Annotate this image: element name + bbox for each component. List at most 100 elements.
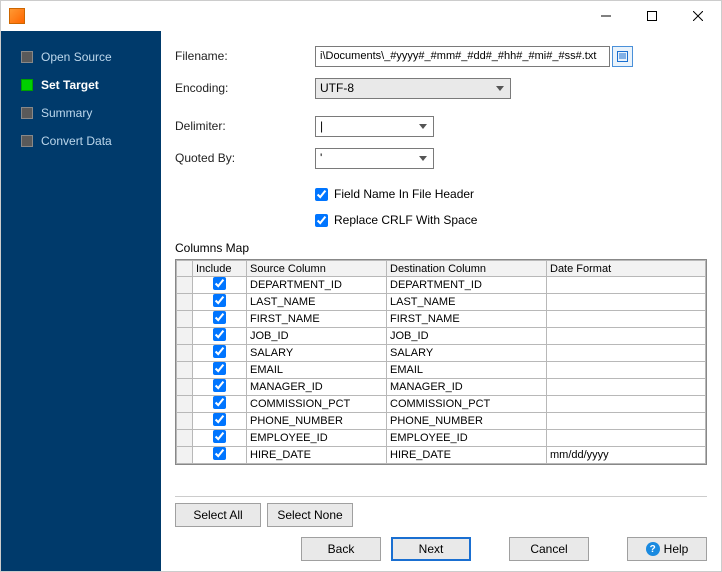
table-row[interactable]: EMAILEMAIL bbox=[177, 362, 706, 379]
source-column-cell[interactable]: JOB_ID bbox=[247, 328, 387, 345]
minimize-button[interactable] bbox=[583, 1, 629, 31]
help-button[interactable]: ? Help bbox=[627, 537, 707, 561]
date-format-cell[interactable] bbox=[547, 362, 706, 379]
date-format-cell[interactable] bbox=[547, 413, 706, 430]
sidebar-item-open-source[interactable]: Open Source bbox=[1, 43, 161, 71]
include-checkbox[interactable] bbox=[213, 447, 226, 460]
table-row[interactable]: PHONE_NUMBERPHONE_NUMBER bbox=[177, 413, 706, 430]
filename-input[interactable] bbox=[315, 46, 610, 67]
table-row[interactable]: FIRST_NAMEFIRST_NAME bbox=[177, 311, 706, 328]
source-column-cell[interactable]: HIRE_DATE bbox=[247, 447, 387, 464]
date-format-cell[interactable]: mm/dd/yyyy bbox=[547, 447, 706, 464]
encoding-select[interactable]: UTF-8 bbox=[315, 78, 511, 99]
source-column-cell[interactable]: EMPLOYEE_ID bbox=[247, 430, 387, 447]
columns-map-grid[interactable]: Include Source Column Destination Column… bbox=[175, 259, 707, 465]
source-column-cell[interactable]: MANAGER_ID bbox=[247, 379, 387, 396]
source-column-cell[interactable]: FIRST_NAME bbox=[247, 311, 387, 328]
date-format-cell[interactable] bbox=[547, 396, 706, 413]
step-status-icon bbox=[21, 135, 33, 147]
destination-column-cell[interactable]: HIRE_DATE bbox=[387, 447, 547, 464]
date-format-cell[interactable] bbox=[547, 379, 706, 396]
date-format-cell[interactable] bbox=[547, 311, 706, 328]
col-header-include[interactable]: Include bbox=[193, 261, 247, 277]
date-format-cell[interactable] bbox=[547, 328, 706, 345]
destination-column-cell[interactable]: FIRST_NAME bbox=[387, 311, 547, 328]
quoted-by-label: Quoted By: bbox=[175, 151, 315, 165]
chevron-down-icon bbox=[496, 86, 504, 91]
field-name-header-label[interactable]: Field Name In File Header bbox=[334, 187, 474, 201]
include-checkbox[interactable] bbox=[213, 379, 226, 392]
source-column-cell[interactable]: SALARY bbox=[247, 345, 387, 362]
include-checkbox[interactable] bbox=[213, 345, 226, 358]
include-checkbox[interactable] bbox=[213, 294, 226, 307]
include-checkbox[interactable] bbox=[213, 362, 226, 375]
date-format-cell[interactable] bbox=[547, 345, 706, 362]
destination-column-cell[interactable]: SALARY bbox=[387, 345, 547, 362]
chevron-down-icon bbox=[419, 156, 427, 161]
include-checkbox[interactable] bbox=[213, 396, 226, 409]
col-header-source[interactable]: Source Column bbox=[247, 261, 387, 277]
include-checkbox[interactable] bbox=[213, 277, 226, 290]
date-format-cell[interactable] bbox=[547, 430, 706, 447]
delimiter-label: Delimiter: bbox=[175, 119, 315, 133]
include-checkbox[interactable] bbox=[213, 413, 226, 426]
col-header-dest[interactable]: Destination Column bbox=[387, 261, 547, 277]
browse-file-button[interactable] bbox=[612, 46, 633, 67]
filename-label: Filename: bbox=[175, 49, 315, 63]
back-button[interactable]: Back bbox=[301, 537, 381, 561]
sidebar-item-convert-data[interactable]: Convert Data bbox=[1, 127, 161, 155]
table-row[interactable]: HIRE_DATEHIRE_DATEmm/dd/yyyy bbox=[177, 447, 706, 464]
col-header-format[interactable]: Date Format bbox=[547, 261, 706, 277]
maximize-button[interactable] bbox=[629, 1, 675, 31]
destination-column-cell[interactable]: EMAIL bbox=[387, 362, 547, 379]
table-row[interactable]: SALARYSALARY bbox=[177, 345, 706, 362]
sidebar-item-label: Summary bbox=[41, 106, 92, 120]
date-format-cell[interactable] bbox=[547, 277, 706, 294]
date-format-cell[interactable] bbox=[547, 294, 706, 311]
destination-column-cell[interactable]: COMMISSION_PCT bbox=[387, 396, 547, 413]
help-label: Help bbox=[664, 542, 689, 556]
next-button[interactable]: Next bbox=[391, 537, 471, 561]
encoding-label: Encoding: bbox=[175, 81, 315, 95]
include-checkbox[interactable] bbox=[213, 311, 226, 324]
destination-column-cell[interactable]: LAST_NAME bbox=[387, 294, 547, 311]
file-icon bbox=[616, 50, 629, 63]
source-column-cell[interactable]: DEPARTMENT_ID bbox=[247, 277, 387, 294]
row-header bbox=[177, 379, 193, 396]
main-panel: Filename: Encoding: UTF-8 Delimiter: | bbox=[161, 31, 721, 571]
table-row[interactable]: COMMISSION_PCTCOMMISSION_PCT bbox=[177, 396, 706, 413]
close-button[interactable] bbox=[675, 1, 721, 31]
include-checkbox[interactable] bbox=[213, 430, 226, 443]
destination-column-cell[interactable]: JOB_ID bbox=[387, 328, 547, 345]
table-row[interactable]: LAST_NAMELAST_NAME bbox=[177, 294, 706, 311]
select-all-button[interactable]: Select All bbox=[175, 503, 261, 527]
quoted-by-select[interactable]: ' bbox=[315, 148, 434, 169]
destination-column-cell[interactable]: PHONE_NUMBER bbox=[387, 413, 547, 430]
destination-column-cell[interactable]: EMPLOYEE_ID bbox=[387, 430, 547, 447]
sidebar-item-set-target[interactable]: Set Target bbox=[1, 71, 161, 99]
replace-crlf-checkbox[interactable] bbox=[315, 214, 328, 227]
columns-map-label: Columns Map bbox=[175, 241, 707, 255]
source-column-cell[interactable]: PHONE_NUMBER bbox=[247, 413, 387, 430]
row-header bbox=[177, 345, 193, 362]
row-header bbox=[177, 328, 193, 345]
sidebar-item-summary[interactable]: Summary bbox=[1, 99, 161, 127]
row-header bbox=[177, 311, 193, 328]
select-none-button[interactable]: Select None bbox=[267, 503, 353, 527]
include-checkbox[interactable] bbox=[213, 328, 226, 341]
table-row[interactable]: JOB_IDJOB_ID bbox=[177, 328, 706, 345]
cancel-button[interactable]: Cancel bbox=[509, 537, 589, 561]
quoted-by-value: ' bbox=[320, 151, 322, 165]
delimiter-select[interactable]: | bbox=[315, 116, 434, 137]
destination-column-cell[interactable]: DEPARTMENT_ID bbox=[387, 277, 547, 294]
table-row[interactable]: MANAGER_IDMANAGER_ID bbox=[177, 379, 706, 396]
table-row[interactable]: EMPLOYEE_IDEMPLOYEE_ID bbox=[177, 430, 706, 447]
table-row[interactable]: DEPARTMENT_IDDEPARTMENT_ID bbox=[177, 277, 706, 294]
replace-crlf-label[interactable]: Replace CRLF With Space bbox=[334, 213, 477, 227]
wizard-sidebar: Open SourceSet Target Summary Convert Data bbox=[1, 31, 161, 571]
destination-column-cell[interactable]: MANAGER_ID bbox=[387, 379, 547, 396]
source-column-cell[interactable]: EMAIL bbox=[247, 362, 387, 379]
source-column-cell[interactable]: COMMISSION_PCT bbox=[247, 396, 387, 413]
source-column-cell[interactable]: LAST_NAME bbox=[247, 294, 387, 311]
field-name-header-checkbox[interactable] bbox=[315, 188, 328, 201]
